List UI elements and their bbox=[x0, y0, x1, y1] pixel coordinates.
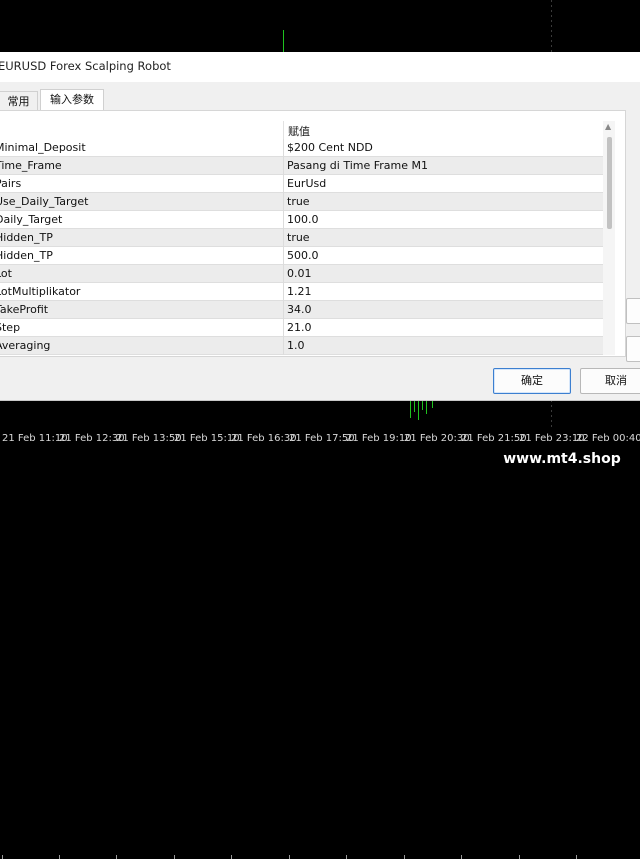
side-button-upper[interactable] bbox=[626, 298, 640, 324]
param-name: Step bbox=[0, 321, 21, 334]
time-tick bbox=[116, 855, 117, 859]
param-value[interactable]: 1.21 bbox=[287, 285, 312, 298]
candle-bar bbox=[422, 400, 423, 410]
time-label: 21 Feb 17:50 bbox=[289, 433, 355, 444]
param-name: Lot bbox=[0, 267, 12, 280]
tab-strip: 常用 输入参数 bbox=[0, 89, 640, 112]
table-row[interactable]: Daily_Target 100.0 bbox=[0, 211, 603, 229]
time-tick bbox=[404, 855, 405, 859]
ok-button[interactable]: 确定 bbox=[493, 368, 571, 394]
candle-bar bbox=[410, 400, 411, 418]
param-value[interactable]: true bbox=[287, 195, 310, 208]
table-row[interactable]: Time_Frame Pasang di Time Frame M1 bbox=[0, 157, 603, 175]
time-tick bbox=[59, 855, 60, 859]
time-label: 21 Feb 13:50 bbox=[116, 433, 182, 444]
time-tick bbox=[576, 855, 577, 859]
time-label: 21 Feb 20:30 bbox=[404, 433, 470, 444]
time-tick bbox=[174, 855, 175, 859]
param-value[interactable]: 1.0 bbox=[287, 339, 305, 352]
param-name: Hidden_TP bbox=[0, 231, 53, 244]
watermark: www.mt4.shop bbox=[496, 447, 628, 471]
param-name: Pairs bbox=[0, 177, 22, 190]
table-row[interactable]: LotMultiplikator 1.21 bbox=[0, 283, 603, 301]
table-row[interactable]: Lot 0.01 bbox=[0, 265, 603, 283]
time-label: 21 Feb 16:30 bbox=[231, 433, 297, 444]
scrollbar-thumb[interactable] bbox=[607, 137, 612, 229]
param-name: TakeProfit bbox=[0, 303, 49, 316]
time-label: 21 Feb 11:10 bbox=[2, 433, 68, 444]
candle-bar bbox=[283, 30, 284, 52]
time-label: 21 Feb 21:50 bbox=[461, 433, 527, 444]
chart-gridline bbox=[551, 400, 552, 427]
param-value[interactable]: Pasang di Time Frame M1 bbox=[287, 159, 428, 172]
param-value[interactable]: 100.0 bbox=[287, 213, 319, 226]
param-value[interactable]: 21.0 bbox=[287, 321, 312, 334]
table-row[interactable]: Use_Daily_Target true bbox=[0, 193, 603, 211]
table-row[interactable]: Step 21.0 bbox=[0, 319, 603, 337]
inputs-table: 赋值 Minimal_Deposit $200 Cent NDD Time_Fra… bbox=[0, 121, 603, 355]
tab-inputs[interactable]: 输入参数 bbox=[40, 89, 104, 112]
table-row[interactable]: Averaging 1.0 bbox=[0, 337, 603, 355]
time-tick bbox=[289, 855, 290, 859]
time-tick bbox=[519, 855, 520, 859]
param-name: Time_Frame bbox=[0, 159, 62, 172]
tab-panel: 赋值 Minimal_Deposit $200 Cent NDD Time_Fra… bbox=[0, 110, 626, 357]
table-row[interactable]: Hidden_TP true bbox=[0, 229, 603, 247]
dialog-titlebar[interactable]: EURUSD Forex Scalping Robot bbox=[0, 52, 640, 82]
table-body: Minimal_Deposit $200 Cent NDD Time_Frame P… bbox=[0, 139, 603, 355]
param-name: Daily_Target bbox=[0, 213, 63, 226]
param-name: Minimal_Deposit bbox=[0, 141, 86, 154]
tab-common[interactable]: 常用 bbox=[0, 91, 38, 112]
time-tick bbox=[346, 855, 347, 859]
chart-gridline bbox=[551, 0, 552, 52]
time-label: 21 Feb 19:10 bbox=[346, 433, 412, 444]
time-tick bbox=[231, 855, 232, 859]
vertical-scrollbar[interactable]: ▲ bbox=[603, 121, 615, 355]
dialog-title: EURUSD Forex Scalping Robot bbox=[0, 59, 171, 73]
param-value[interactable]: 500.0 bbox=[287, 249, 319, 262]
column-divider[interactable] bbox=[283, 121, 284, 139]
param-value[interactable]: $200 Cent NDD bbox=[287, 141, 373, 154]
param-value[interactable]: EurUsd bbox=[287, 177, 326, 190]
scroll-up-icon[interactable]: ▲ bbox=[605, 123, 611, 131]
param-name: Use_Daily_Target bbox=[0, 195, 89, 208]
param-value[interactable]: true bbox=[287, 231, 310, 244]
time-label: 22 Feb 00:40 bbox=[576, 433, 640, 444]
time-tick bbox=[461, 855, 462, 859]
param-name: Averaging bbox=[0, 339, 51, 352]
cancel-button[interactable]: 取消 bbox=[580, 368, 640, 394]
candle-bar bbox=[426, 400, 427, 414]
table-header: 赋值 bbox=[0, 121, 603, 139]
param-name: Hidden_TP bbox=[0, 249, 53, 262]
time-label: 21 Feb 15:10 bbox=[174, 433, 240, 444]
side-button-lower[interactable] bbox=[626, 336, 640, 362]
param-name: LotMultiplikator bbox=[0, 285, 81, 298]
candle-bar bbox=[432, 400, 433, 408]
time-label: 21 Feb 12:30 bbox=[59, 433, 125, 444]
candle-bar bbox=[418, 400, 419, 420]
time-label: 21 Feb 23:10 bbox=[519, 433, 585, 444]
table-row[interactable]: TakeProfit 34.0 bbox=[0, 301, 603, 319]
time-tick bbox=[2, 855, 3, 859]
ea-properties-dialog: EURUSD Forex Scalping Robot 常用 输入参数 赋值 M… bbox=[0, 52, 640, 401]
param-value[interactable]: 0.01 bbox=[287, 267, 312, 280]
column-header-value[interactable]: 赋值 bbox=[288, 123, 310, 139]
table-row[interactable]: Minimal_Deposit $200 Cent NDD bbox=[0, 139, 603, 157]
param-value[interactable]: 34.0 bbox=[287, 303, 312, 316]
table-row[interactable]: Pairs EurUsd bbox=[0, 175, 603, 193]
table-row[interactable]: Hidden_TP 500.0 bbox=[0, 247, 603, 265]
candle-bar bbox=[414, 400, 415, 412]
